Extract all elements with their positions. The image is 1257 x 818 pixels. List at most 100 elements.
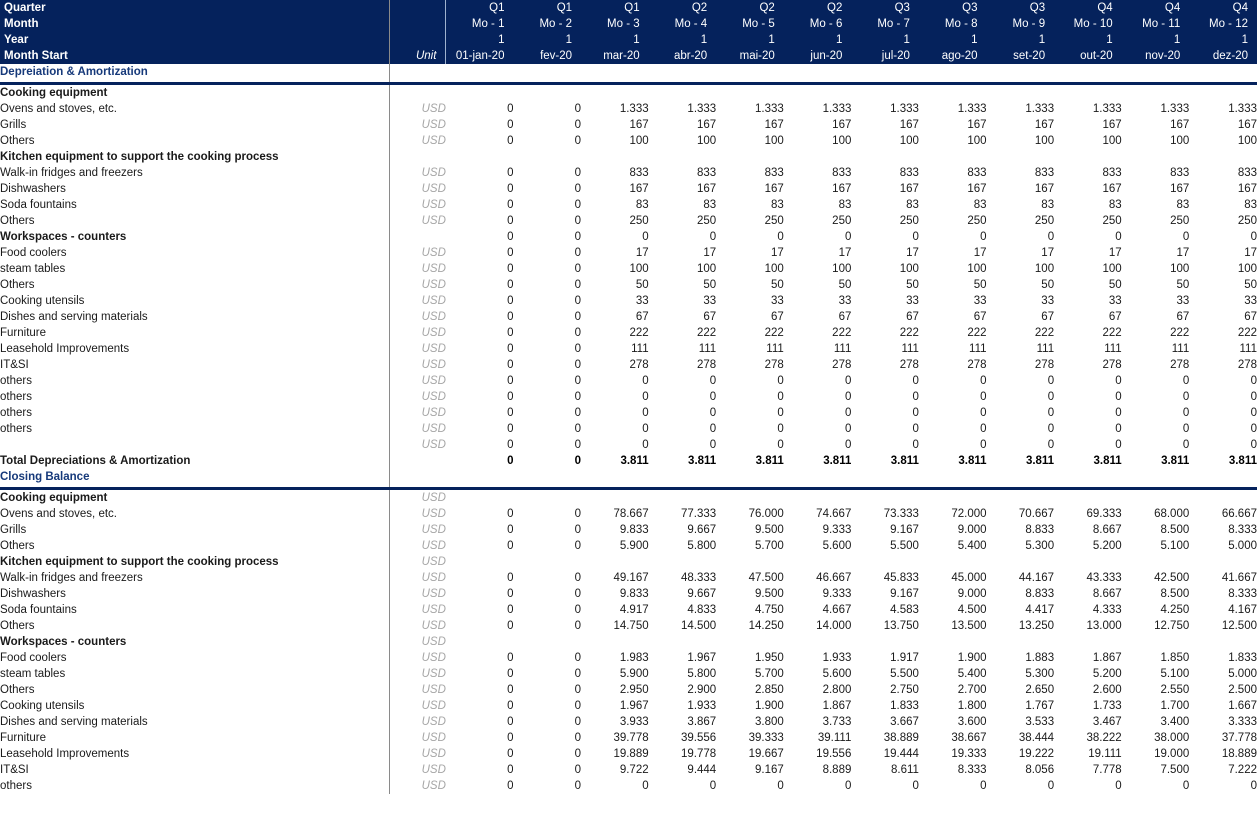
row-label: others [0, 375, 32, 387]
data-row: Others USD 0 0 14.750 14.500 14.250 14.000 13.75… [0, 618, 1257, 634]
data-row: Furniture USD 0 0 39.778 39.556 39.333 39.111 38… [0, 730, 1257, 746]
row-value: 0 [507, 508, 514, 520]
row-value: 83 [1041, 199, 1055, 211]
row-value: 9.000 [957, 524, 987, 536]
row-value: 0 [709, 423, 717, 435]
row-value: 45.000 [951, 572, 987, 584]
row-label: Food coolers [0, 652, 67, 664]
row-unit: USD [388, 165, 446, 181]
header-period-cell: Q2 [648, 0, 717, 16]
row-value: 0 [980, 407, 987, 419]
row-label: Grills [0, 119, 27, 131]
row-value: 222 [764, 327, 784, 339]
row-value: 250 [764, 215, 784, 227]
row-value: 0 [574, 540, 582, 552]
row-value: 167 [1170, 119, 1190, 131]
row-value: 1.333 [1092, 103, 1122, 115]
row-value: 70.667 [1018, 508, 1055, 520]
section-unit-cell [388, 469, 446, 485]
data-row: others USD 0 0 0 0 0 0 0 0 0 0 0 0 [0, 373, 1257, 389]
row-value: 17 [906, 247, 919, 259]
row-value: 46.667 [816, 572, 852, 584]
data-row: Leasehold Improvements USD 0 0 111 111 111 111 1… [0, 341, 1257, 357]
row-label: Others [0, 215, 35, 227]
row-value [987, 84, 1055, 102]
row-value: 17 [1244, 247, 1257, 259]
row-value [716, 84, 784, 102]
row-value: 67 [973, 311, 987, 323]
data-row: Walk-in fridges and freezers USD 0 0 49.167 4… [0, 570, 1257, 586]
row-value: 0 [574, 604, 582, 616]
header-period-cell: Mo - 8 [918, 16, 987, 32]
row-value: 9.833 [619, 588, 649, 600]
row-value: 1.800 [957, 700, 987, 712]
row-value: 167 [629, 119, 649, 131]
header-period-cell: mai-20 [716, 48, 784, 64]
row-value: 0 [507, 119, 514, 131]
row-value: 0 [1182, 780, 1190, 792]
row-value: 2.750 [890, 684, 919, 696]
row-value: 38.222 [1086, 732, 1122, 744]
row-value: 67 [770, 311, 784, 323]
row-value: 5.000 [1228, 668, 1257, 680]
row-value: 0 [507, 540, 514, 552]
row-value: 0 [1047, 231, 1055, 243]
row-value [851, 149, 919, 165]
row-unit: USD [388, 746, 446, 762]
row-value: 33 [1176, 295, 1190, 307]
group-header-row: Workspaces - counters USD [0, 634, 1257, 650]
row-value: 69.333 [1086, 508, 1122, 520]
row-value [987, 149, 1055, 165]
header-period-cell: set-20 [986, 48, 1055, 64]
row-value: 0 [574, 311, 582, 323]
row-value: 9.444 [687, 764, 717, 776]
data-row: others USD 0 0 0 0 0 0 0 0 0 0 0 0 [0, 778, 1257, 794]
row-value: 0 [507, 455, 514, 467]
header-period-cell: Q3 [918, 0, 987, 16]
row-value: 9.667 [687, 524, 717, 536]
row-value: 0 [912, 423, 919, 435]
row-value: 278 [967, 359, 987, 371]
header-row-quarter: Quarter Q1 Q1 Q1 Q2 Q2 Q2 Q3 Q3 Q3 Q4 Q4 Q4 [0, 0, 1257, 16]
row-value [513, 84, 581, 102]
row-value: 66.667 [1221, 508, 1257, 520]
section-filler-cell [1054, 64, 1122, 80]
row-value: 7.778 [1092, 764, 1122, 776]
data-row: others USD 0 0 0 0 0 0 0 0 0 0 0 0 [0, 405, 1257, 421]
row-value: 0 [574, 295, 582, 307]
row-value: 0 [507, 375, 514, 387]
row-label: others [0, 391, 32, 403]
row-value: 1.983 [619, 652, 649, 664]
row-value: 0 [777, 439, 784, 451]
header-period-cell: Q3 [851, 0, 919, 16]
row-value: 0 [642, 423, 649, 435]
row-value [446, 634, 514, 650]
row-label: Furniture [0, 732, 47, 744]
row-value: 8.611 [891, 764, 919, 776]
row-label: Cooking equipment [0, 87, 108, 99]
row-label: Dishes and serving materials [0, 716, 148, 728]
header-period-cell: ago-20 [918, 48, 987, 64]
row-value: 1.733 [1092, 700, 1122, 712]
row-unit: USD [388, 602, 446, 618]
row-value: 72.000 [951, 508, 987, 520]
row-value: 5.400 [957, 540, 987, 552]
row-value: 1.867 [822, 700, 852, 712]
row-value: 0 [777, 407, 784, 419]
row-value: 83 [1108, 199, 1122, 211]
row-unit: USD [388, 309, 446, 325]
row-value: 1.833 [1228, 652, 1257, 664]
data-row: Walk-in fridges and freezers USD 0 0 833 833 8… [0, 165, 1257, 181]
data-row: steam tables USD 0 0 100 100 100 100 100 100 100 10… [0, 261, 1257, 277]
row-label: Others [0, 620, 35, 632]
row-value: 4.250 [1160, 604, 1190, 616]
row-value [1122, 84, 1190, 102]
section-filler-cell [918, 64, 987, 80]
row-value: 0 [574, 684, 582, 696]
row-value [649, 149, 717, 165]
section-filler-cell [513, 469, 582, 485]
row-value: 0 [574, 732, 582, 744]
row-value: 167 [629, 183, 649, 195]
header-period-cell: Q4 [1121, 0, 1190, 16]
row-value: 0 [980, 391, 987, 403]
